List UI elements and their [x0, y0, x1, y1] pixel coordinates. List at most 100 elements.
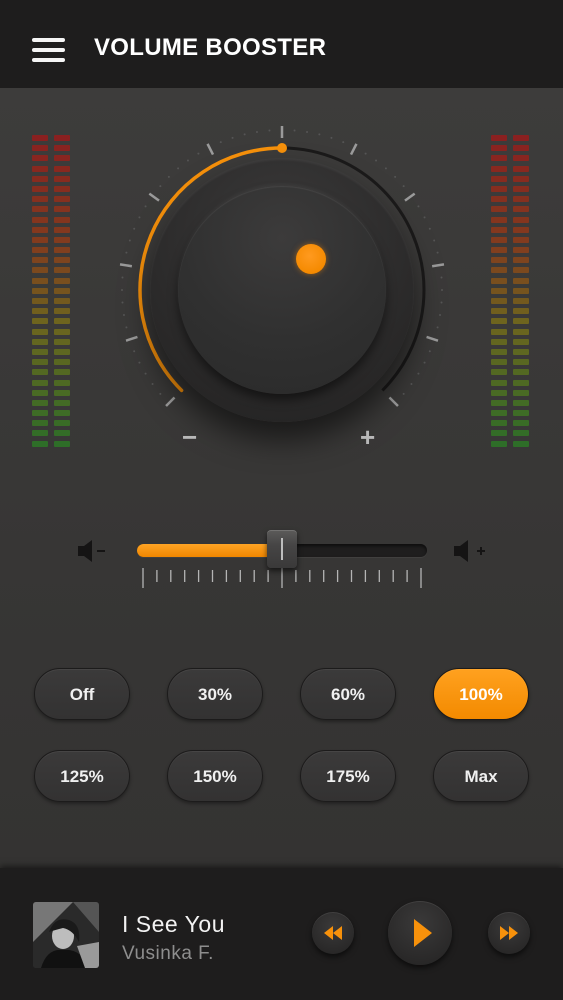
meter-segment: [54, 298, 70, 304]
knob-scale-dot: [197, 152, 200, 155]
knob-scale-dot: [121, 276, 124, 279]
meter-segment: [513, 206, 529, 213]
preset-30-button[interactable]: 30%: [167, 668, 263, 720]
play-button[interactable]: [388, 901, 452, 965]
meter-segment: [32, 145, 48, 152]
meter-segment: [32, 236, 48, 243]
album-art[interactable]: [33, 902, 99, 968]
knob-scale-dot: [436, 326, 439, 329]
knob-tick: [148, 192, 160, 202]
volume-down-icon[interactable]: [76, 538, 112, 564]
knob-scale-dot: [428, 227, 431, 230]
now-playing-bar: I See You Vusinka F.: [0, 868, 563, 1000]
meter-segment: [32, 135, 48, 141]
track-title: I See You: [122, 911, 225, 937]
meter-segment: [54, 216, 70, 223]
knob-tick: [431, 263, 445, 268]
meter-segment: [491, 206, 507, 213]
knob-scale-dot: [144, 205, 147, 208]
meter-segment: [32, 308, 48, 315]
meter-segment: [491, 277, 507, 284]
meter-segment: [54, 145, 70, 152]
preset-max-button[interactable]: Max: [433, 750, 529, 802]
knob-scale-dot: [375, 159, 378, 162]
knob-scale-dot: [177, 167, 180, 170]
knob-scale-dot: [231, 136, 234, 139]
knob-tick: [119, 263, 133, 268]
fast-forward-icon: [500, 926, 518, 940]
meter-segment: [54, 206, 70, 213]
knob-tick: [125, 335, 138, 342]
meter-segment: [491, 328, 507, 335]
meter-segment: [491, 369, 507, 376]
meter-segment: [491, 247, 507, 254]
knob-scale-dot: [436, 251, 439, 254]
knob-minus-label: −: [182, 422, 198, 452]
knob-level-marker: [277, 143, 287, 153]
slider-scale: [142, 568, 422, 588]
rewind-button[interactable]: [312, 912, 354, 954]
meter-segment: [32, 369, 48, 376]
play-icon: [414, 919, 432, 947]
knob-scale-dot: [159, 185, 162, 188]
meter-segment: [54, 379, 70, 386]
top-bar: VOLUME BOOSTER: [0, 0, 563, 88]
preset-off-button[interactable]: Off: [34, 668, 130, 720]
meter-segment: [513, 410, 529, 417]
knob-scale-dot: [122, 314, 125, 317]
rewind-icon: [324, 926, 342, 940]
meter-segment: [54, 410, 70, 417]
meter-segment: [513, 165, 529, 172]
meter-segment: [32, 328, 48, 335]
knob-scale-dot: [243, 133, 246, 136]
preset-150-button[interactable]: 150%: [167, 750, 263, 802]
preset-125-button[interactable]: 125%: [34, 750, 130, 802]
meter-segment: [513, 135, 529, 141]
meter-segment: [54, 236, 70, 243]
knob-scale-dot: [268, 129, 271, 132]
meter-segment: [513, 257, 529, 264]
knob-tick: [349, 143, 358, 156]
knob-scale-dot: [144, 372, 147, 375]
preset-100-button[interactable]: 100%: [433, 668, 529, 720]
knob-scale-dot: [128, 239, 131, 242]
menu-icon[interactable]: [30, 36, 68, 64]
meter-segment: [32, 318, 48, 325]
volume-slider-fill: [137, 544, 282, 557]
knob-scale-dot: [138, 216, 141, 219]
meter-segment: [491, 216, 507, 223]
preset-60-button[interactable]: 60%: [300, 668, 396, 720]
meter-segment: [491, 226, 507, 233]
volume-knob[interactable]: [150, 158, 414, 422]
volume-up-icon[interactable]: [452, 538, 488, 564]
meter-segment: [491, 257, 507, 264]
meter-segment: [54, 440, 70, 447]
meter-segment: [513, 399, 529, 406]
app-screen: VOLUME BOOSTER − + Off 30% 60% 100% 125%…: [0, 0, 563, 1000]
fast-forward-button[interactable]: [488, 912, 530, 954]
volume-slider-thumb[interactable]: [267, 530, 297, 568]
meter-segment: [513, 389, 529, 396]
knob-scale-dot: [133, 350, 136, 353]
knob-scale-dot: [384, 167, 387, 170]
meter-segment: [54, 226, 70, 233]
meter-segment: [491, 379, 507, 386]
volume-knob-area: [112, 120, 452, 460]
meter-segment: [54, 287, 70, 294]
meter-segment: [513, 348, 529, 355]
knob-scale-dot: [159, 392, 162, 395]
meter-segment: [32, 399, 48, 406]
knob-scale-dot: [417, 372, 420, 375]
meter-segment: [54, 185, 70, 192]
meter-segment: [491, 308, 507, 315]
knob-scale-dot: [440, 301, 443, 304]
meter-segment: [513, 298, 529, 304]
meter-segment: [54, 359, 70, 366]
knob-face: [178, 186, 386, 394]
preset-175-button[interactable]: 175%: [300, 750, 396, 802]
meter-segment: [32, 379, 48, 386]
knob-scale-dot: [439, 314, 442, 317]
knob-scale-dot: [423, 361, 426, 364]
meter-segment: [32, 389, 48, 396]
meter-segment: [54, 389, 70, 396]
